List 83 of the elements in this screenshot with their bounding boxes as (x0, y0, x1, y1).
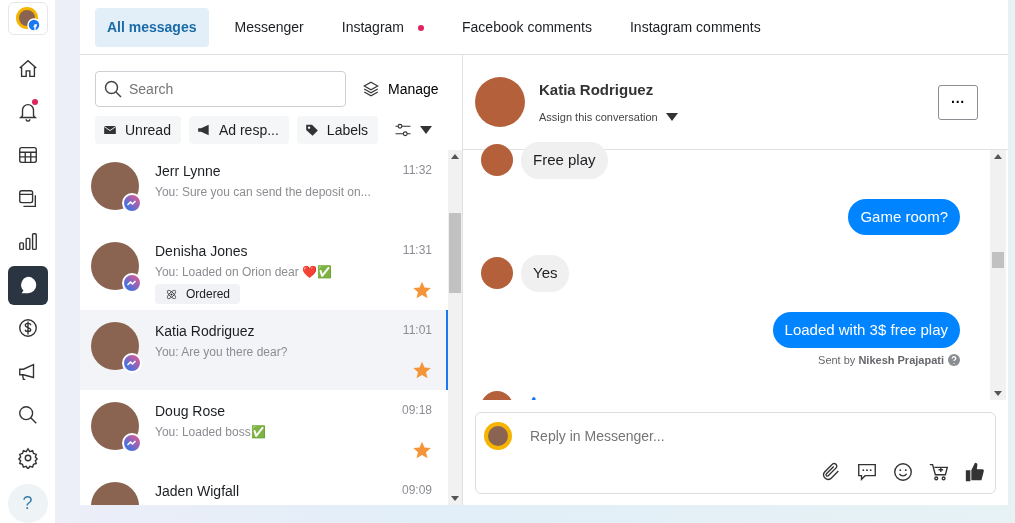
message-time: 11:32 (402, 162, 432, 179)
caret-icon (420, 126, 433, 134)
cart-plus-icon[interactable] (928, 461, 950, 483)
scroll-up-icon[interactable] (451, 154, 459, 159)
help-button[interactable]: ? (7, 483, 48, 523)
manage-button[interactable]: Manage (362, 78, 439, 100)
search-icon[interactable] (16, 403, 39, 426)
contact-name: Katia Rodriguez (539, 79, 655, 100)
sender-note: Sent by Nikesh Prajapati (818, 353, 944, 368)
message-bubble: Game room? (848, 198, 960, 235)
speech-bubble-icon[interactable] (856, 461, 878, 483)
dollar-icon[interactable] (16, 317, 39, 340)
tab[interactable]: Messenger (222, 7, 316, 47)
message-time: 11:31 (402, 242, 432, 259)
message-preview: You: Are you there dear? (155, 344, 288, 360)
envelope-icon (103, 123, 117, 137)
conversation-item[interactable]: Katia Rodriguez You: Are you there dear? 11:01 (80, 310, 448, 390)
filter-chip[interactable]: Ad resp... (188, 116, 289, 144)
messenger-badge-icon (122, 433, 142, 453)
tab[interactable]: Instagram (329, 7, 436, 47)
contact-name: Katia Rodriguez (155, 322, 256, 340)
message-time: 09:09 (401, 482, 432, 499)
star-icon[interactable] (412, 360, 432, 381)
contact-name: Jaden Wigfall (155, 482, 240, 500)
search-field[interactable]: Search (95, 71, 346, 107)
avatar (91, 322, 139, 370)
conversation-item[interactable]: Denisha Jones You: Loaded on Orion dear ❤✅ Ordered 11:31 (80, 230, 448, 310)
scrollbar[interactable] (990, 150, 1006, 400)
bar-chart-icon[interactable] (16, 230, 39, 253)
filter-chip[interactable]: Labels (296, 116, 379, 144)
contact-avatar (475, 77, 525, 127)
avatar (91, 162, 139, 210)
conversation-item[interactable]: Jerr Lynne You: Sure you can send the deposit on... 11:32 (80, 150, 448, 230)
scrollbar[interactable] (448, 150, 462, 505)
more-button[interactable]: ··· (938, 84, 978, 120)
message-bubble: Free play (521, 142, 608, 179)
contact-name: Denisha Jones (155, 242, 249, 260)
message-preview: You: Loaded boss✅ (155, 424, 266, 440)
message-bubble: Yes (521, 255, 570, 292)
megaphone-icon (196, 123, 211, 137)
contact-avatar (481, 257, 513, 290)
settings-icon[interactable] (16, 447, 39, 470)
contact-avatar (481, 144, 513, 177)
assign-dropdown[interactable]: Assign this conversation (539, 109, 678, 126)
message-preview: You: Loaded on Orion dear ❤✅ (155, 264, 332, 280)
user-avatar-icon (484, 422, 512, 450)
scroll-down-icon[interactable] (451, 496, 459, 501)
messenger-badge-icon (122, 273, 142, 293)
caret-icon (665, 113, 678, 122)
scroll-down-icon[interactable] (994, 391, 1002, 396)
message-bubble: Loaded with 3$ free play (772, 311, 960, 348)
conversation-item[interactable]: Jaden Wigfall 09:09 (80, 470, 448, 505)
atom-icon (165, 287, 178, 301)
attach-icon[interactable] (820, 461, 842, 483)
message-time: 11:01 (402, 322, 432, 339)
message-preview: You: Sure you can send the deposit on... (155, 184, 371, 200)
scrollbar-thumb[interactable] (449, 212, 461, 293)
emoji-icon[interactable] (892, 461, 914, 483)
star-icon[interactable] (412, 280, 432, 301)
messenger-badge-icon (122, 353, 142, 373)
thumbs-up-icon[interactable] (964, 461, 986, 483)
message-time: 09:18 (401, 402, 432, 419)
sliders-icon (394, 123, 413, 137)
profile-avatar-icon[interactable] (14, 5, 41, 32)
contact-name: Jerr Lynne (155, 162, 222, 180)
scrollbar-thumb[interactable] (992, 252, 1004, 268)
order-label: Ordered (155, 284, 241, 304)
messenger-badge-icon (122, 193, 142, 213)
star-icon[interactable] (412, 440, 432, 461)
tag-icon (304, 123, 319, 137)
home-icon[interactable] (16, 58, 39, 80)
tab[interactable]: Facebook comments (450, 7, 604, 47)
avatar (91, 402, 139, 450)
avatar (91, 242, 139, 290)
help-icon (948, 354, 960, 367)
layers-icon (362, 80, 380, 98)
tab[interactable]: All messages (95, 7, 209, 47)
filter-chip[interactable]: Unread (95, 116, 181, 144)
conversation-item[interactable]: Doug Rose You: Loaded boss✅ 09:18 (80, 390, 448, 470)
tab[interactable]: Instagram comments (617, 7, 773, 47)
windows-icon[interactable] (16, 187, 39, 210)
scroll-up-icon[interactable] (994, 154, 1002, 159)
contact-name: Doug Rose (155, 402, 227, 420)
